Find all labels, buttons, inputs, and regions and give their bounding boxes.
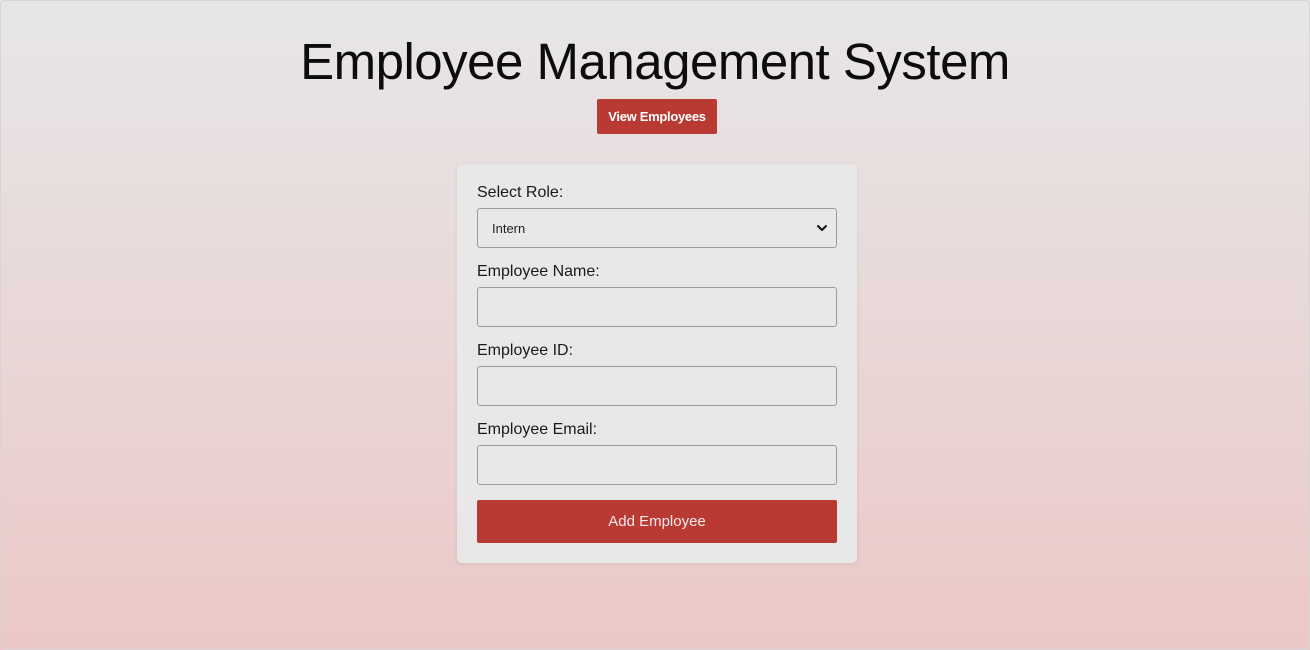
- add-employee-form: Select Role: Intern Employee Name: Emplo…: [457, 164, 857, 563]
- role-label: Select Role:: [477, 184, 564, 201]
- add-employee-button[interactable]: Add Employee: [477, 500, 837, 543]
- employee-email-label: Employee Email:: [477, 421, 598, 438]
- role-select-value: Intern: [492, 220, 526, 236]
- employee-id-label: Employee ID:: [477, 342, 574, 359]
- view-employees-button[interactable]: View Employees: [597, 99, 717, 134]
- employee-name-label: Employee Name:: [477, 263, 600, 280]
- page-title: Employee Management System: [300, 33, 1010, 90]
- employee-name-input[interactable]: [477, 287, 837, 327]
- chevron-down-icon: [816, 222, 828, 234]
- employee-id-input[interactable]: [477, 366, 837, 406]
- role-select[interactable]: Intern: [477, 208, 837, 248]
- employee-email-input[interactable]: [477, 445, 837, 485]
